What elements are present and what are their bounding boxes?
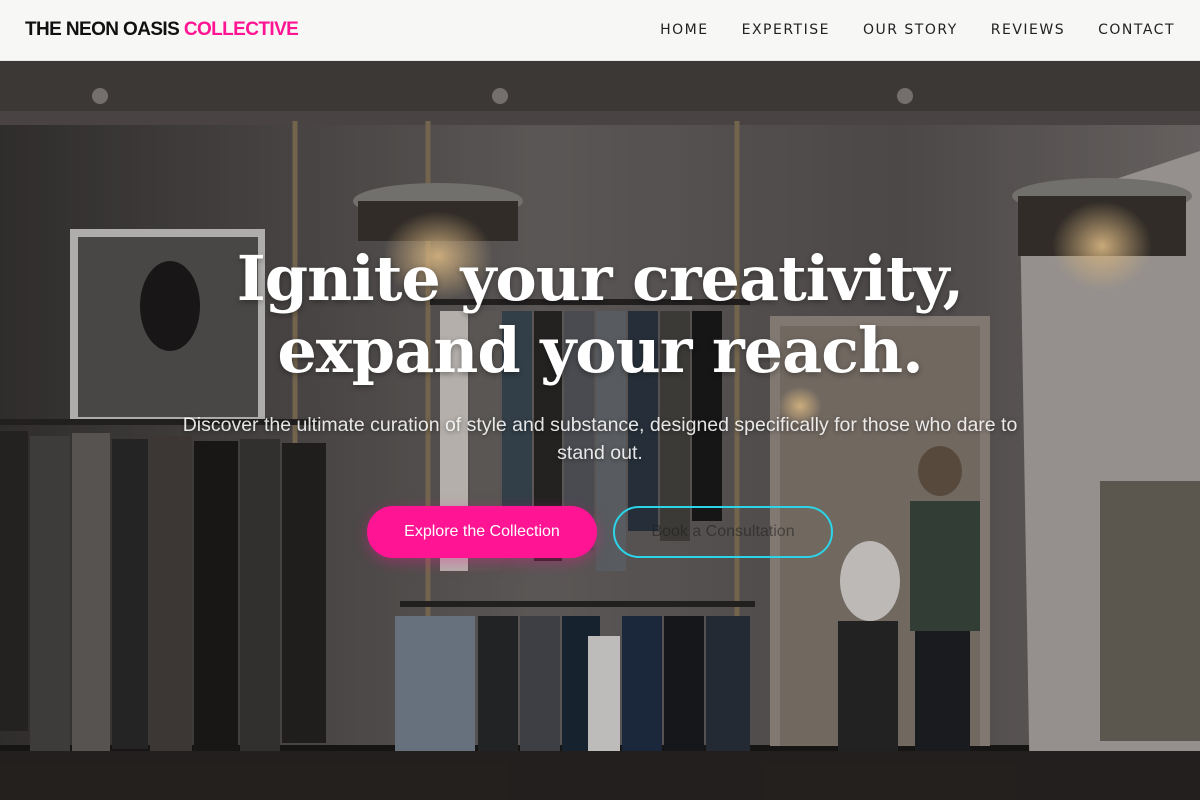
hero-subtitle: Discover the ultimate curation of style … bbox=[182, 414, 1018, 464]
nav-link-reviews[interactable]: REVIEWS bbox=[991, 22, 1065, 38]
book-consultation-button[interactable]: Book a Consultation bbox=[613, 506, 833, 558]
nav-links: HOME EXPERTISE OUR STORY REVIEWS CONTACT bbox=[660, 22, 1175, 38]
nav-link-home[interactable]: HOME bbox=[660, 22, 708, 38]
brand-accent: COLLECTIVE bbox=[183, 19, 299, 40]
brand-logo[interactable]: THE NEON OASIS COLLECTIVE bbox=[25, 19, 299, 41]
explore-collection-button[interactable]: Explore the Collection bbox=[367, 506, 597, 558]
hero-content: Ignite your creativity, expand your reac… bbox=[0, 61, 1200, 800]
nav-link-our-story[interactable]: OUR STORY bbox=[863, 22, 958, 38]
hero-headline-line-2: expand your reach. bbox=[277, 314, 923, 387]
hero-headline: Ignite your creativity, expand your reac… bbox=[0, 243, 1200, 387]
top-navbar: THE NEON OASIS COLLECTIVE HOME EXPERTISE… bbox=[0, 0, 1200, 61]
brand-name: THE NEON OASIS bbox=[25, 19, 180, 40]
nav-link-contact[interactable]: CONTACT bbox=[1098, 22, 1175, 38]
hero-headline-line-1: Ignite your creativity, bbox=[236, 242, 964, 315]
hero-section: Ignite your creativity, expand your reac… bbox=[0, 61, 1200, 800]
nav-link-expertise[interactable]: EXPERTISE bbox=[742, 22, 830, 38]
